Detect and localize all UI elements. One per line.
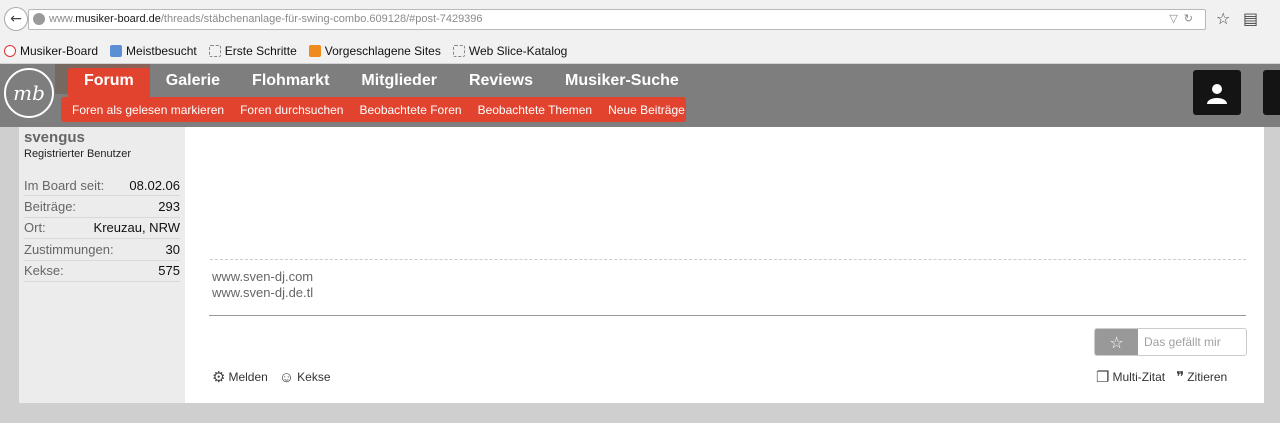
- cookies-button[interactable]: ☺ Kekse: [279, 368, 331, 386]
- nav-tab-galerie[interactable]: Galerie: [150, 68, 236, 97]
- bookmark-web-slice-katalog[interactable]: Web Slice-Katalog: [449, 44, 567, 58]
- url-domain: musiker-board.de: [75, 13, 161, 25]
- bell-icon: ⚙: [212, 369, 226, 386]
- bookmarks-menu-icon[interactable]: ▤: [1243, 9, 1258, 28]
- signature-divider: [210, 259, 1246, 260]
- site-header: mb Forum Galerie Flohmarkt Mitglieder Re…: [0, 64, 1280, 127]
- main-nav: Forum Galerie Flohmarkt Mitglieder Revie…: [68, 68, 695, 97]
- side-panel-button[interactable]: [1263, 70, 1280, 115]
- stat-row: Im Board seit: 08.02.06: [24, 175, 180, 197]
- like-label: Das gefällt mir: [1144, 335, 1221, 349]
- browser-toolbar: ← www.musiker-board.de/threads/stäbchena…: [0, 0, 1280, 64]
- reload-icon[interactable]: ↻: [1184, 13, 1199, 25]
- report-button[interactable]: ⚙ Melden: [212, 368, 268, 386]
- page-icon: [208, 45, 221, 57]
- signature-link[interactable]: www.sven-dj.de.tl: [212, 285, 313, 301]
- stat-row: Ort: Kreuzau, NRW: [24, 218, 180, 240]
- bookmark-musiker-board[interactable]: Musiker-Board: [0, 44, 98, 58]
- musiker-board-icon: [4, 45, 16, 57]
- post-actions-right: ❐ Multi-Zitat ❞ Zitieren: [1096, 368, 1238, 386]
- user-title: Registrierter Benutzer: [24, 148, 131, 160]
- user-sidebar: svengus Registrierter Benutzer Im Board …: [19, 127, 185, 403]
- user-account-button[interactable]: [1193, 70, 1241, 115]
- user-stats: Im Board seit: 08.02.06 Beiträge: 293 Ort:…: [24, 175, 180, 282]
- page-icon: [452, 45, 465, 57]
- nav-tab-reviews[interactable]: Reviews: [453, 68, 549, 97]
- back-button[interactable]: ←: [4, 7, 28, 31]
- nav-tab-musiker-suche[interactable]: Musiker-Suche: [549, 68, 695, 97]
- cookie-icon: ☺: [278, 368, 295, 386]
- folder-icon: [110, 45, 123, 57]
- bookmarks-toolbar: Musiker-Board Meistbesucht Erste Schritt…: [0, 40, 575, 62]
- signature: www.sven-dj.com www.sven-dj.de.tl: [212, 269, 313, 301]
- sub-nav: Foren als gelesen markieren Foren durchs…: [61, 97, 686, 122]
- stat-row: Kekse: 575: [24, 261, 180, 282]
- suggested-sites-icon: [308, 45, 321, 57]
- post-actions-left: ⚙ Melden ☺ Kekse: [212, 368, 342, 387]
- bookmark-vorgeschlagene-sites[interactable]: Vorgeschlagene Sites: [305, 44, 441, 58]
- subnav-watched-threads[interactable]: Beobachtete Themen: [478, 103, 593, 117]
- nav-tab-mitglieder[interactable]: Mitglieder: [345, 68, 453, 97]
- bookmark-meistbesucht[interactable]: Meistbesucht: [106, 44, 197, 58]
- nav-tab-forum[interactable]: Forum: [68, 68, 150, 97]
- subnav-watched-forums[interactable]: Beobachtete Foren: [359, 103, 461, 117]
- multi-quote-icon: ❐: [1096, 369, 1110, 386]
- user-icon: [1207, 83, 1227, 104]
- subnav-mark-read[interactable]: Foren als gelesen markieren: [72, 103, 224, 117]
- star-icon: ☆: [1095, 329, 1138, 355]
- multi-quote-button[interactable]: ❐ Multi-Zitat: [1096, 368, 1165, 386]
- quote-button[interactable]: ❞ Zitieren: [1176, 368, 1227, 386]
- stat-row: Beiträge: 293: [24, 196, 180, 218]
- username-link[interactable]: svengus: [24, 129, 85, 146]
- post-footer-divider: [209, 315, 1246, 316]
- subnav-search-forums[interactable]: Foren durchsuchen: [240, 103, 343, 117]
- quote-icon: ❞: [1176, 369, 1185, 386]
- address-bar[interactable]: www.musiker-board.de/threads/stäbchenanl…: [28, 9, 1206, 30]
- url-path: /threads/stäbchenanlage-für-swing-combo.…: [160, 13, 483, 25]
- site-logo[interactable]: mb: [4, 68, 54, 118]
- dropdown-icon[interactable]: ▽: [1169, 13, 1183, 25]
- stat-row: Zustimmungen: 30: [24, 239, 180, 261]
- nav-tab-flohmarkt[interactable]: Flohmarkt: [236, 68, 345, 97]
- url-prefix: www.: [49, 13, 76, 25]
- post-body: www.sven-dj.com www.sven-dj.de.tl ☆ Das …: [185, 127, 1264, 403]
- bookmark-erste-schritte[interactable]: Erste Schritte: [205, 44, 297, 58]
- globe-icon: [33, 13, 45, 25]
- bookmark-star-icon[interactable]: ☆: [1216, 9, 1230, 28]
- post-container: svengus Registrierter Benutzer Im Board …: [19, 127, 1264, 403]
- like-button[interactable]: ☆ Das gefällt mir: [1094, 328, 1247, 356]
- arrow-left-icon: ←: [10, 11, 22, 27]
- signature-link[interactable]: www.sven-dj.com: [212, 269, 313, 285]
- subnav-new-posts[interactable]: Neue Beiträge: [608, 103, 685, 117]
